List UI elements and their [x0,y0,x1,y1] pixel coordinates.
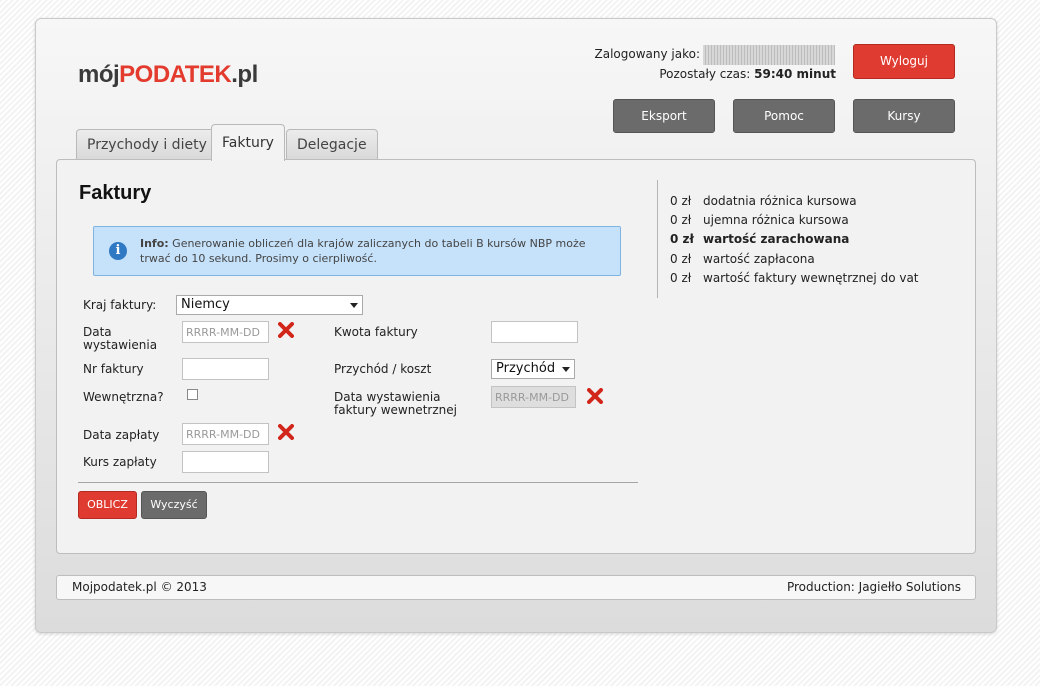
internal-date-label: Data wystawienia faktury wewnetrznej [334,390,457,417]
summary-amount: 0 zł [670,194,692,208]
logo-main: PODATEK [119,61,232,88]
summary-row: 0 zł wartość zapłacona [670,252,815,266]
summary-amount: 0 zł [670,252,692,266]
summary-label: wartość zapłacona [703,252,815,266]
summary-row: 0 zł ujemna różnica kursowa [670,213,849,227]
logo[interactable]: mójPODATEK.pl [78,61,258,89]
courses-button[interactable]: Kursy [853,99,955,133]
info-label: Info: [140,237,169,250]
invoice-no-input[interactable] [182,358,269,380]
page-title: Faktury [79,182,152,204]
clear-issue-date-icon[interactable] [278,322,294,338]
type-select[interactable]: Przychód [491,359,575,379]
logged-in-label: Zalogowany jako: [594,47,701,61]
summary-label: wartość zarachowana [703,232,850,246]
tab-income-allowances[interactable]: Przychody i diety [76,129,218,160]
country-value: Niemcy [181,297,230,312]
tab-invoices[interactable]: Faktury [211,124,285,161]
summary-label: wartość faktury wewnętrznej do vat [703,271,919,285]
summary-panel: 0 zł dodatnia różnica kursowa 0 zł ujemna … [657,180,958,298]
footer: Mojpodatek.pl © 2013 Production: Jagiełł… [56,575,976,600]
app-frame: mójPODATEK.pl Zalogowany jako: Pozostały… [35,18,997,633]
masked-username [703,45,835,65]
summary-amount: 0 zł [670,271,692,285]
form-divider [78,482,638,483]
help-button[interactable]: Pomoc [733,99,835,133]
summary-amount: 0 zł [670,232,694,246]
calculate-button[interactable]: OBLICZ [78,491,137,519]
info-box: i Info: Generowanie obliczeń dla krajów … [93,226,621,276]
summary-label: dodatnia różnica kursowa [703,194,857,208]
logo-prefix: mój [78,61,120,88]
info-icon: i [109,242,127,260]
internal-label: Wewnętrzna? [83,390,164,404]
issue-date-input[interactable]: RRRR-MM-DD [182,321,269,343]
clear-payment-date-icon[interactable] [278,424,294,440]
internal-checkbox[interactable] [187,389,198,400]
payment-date-label: Data zapłaty [83,428,160,442]
session-time-value: 59:40 minut [754,67,836,81]
session-time: Pozostały czas: 59:40 minut [659,67,836,81]
payment-rate-label: Kurs zapłaty [83,455,157,469]
footer-copyright: Mojpodatek.pl © 2013 [72,580,207,594]
summary-row: 0 zł dodatnia różnica kursowa [670,194,857,208]
country-select[interactable]: Niemcy [176,295,363,315]
payment-rate-input[interactable] [182,451,269,473]
type-value: Przychód [496,361,556,376]
session-time-label: Pozostały czas: [659,67,751,81]
summary-amount: 0 zł [670,213,692,227]
type-label: Przychód / koszt [334,362,432,376]
summary-row: 0 zł wartość zarachowana [670,232,849,246]
footer-production: Production: Jagiełło Solutions [786,580,961,594]
country-label: Kraj faktury: [83,298,157,312]
export-button[interactable]: Eksport [613,99,715,133]
internal-date-input[interactable]: RRRR-MM-DD [491,386,576,408]
amount-input[interactable] [491,321,578,343]
main-panel: Faktury i Info: Generowanie obliczeń dla… [56,159,976,554]
payment-date-input[interactable]: RRRR-MM-DD [182,423,269,445]
clear-button[interactable]: Wyczyść [141,491,207,519]
logo-suffix: .pl [231,61,258,88]
logout-button[interactable]: Wyloguj [853,44,955,79]
chevron-down-icon [350,303,358,308]
summary-label: ujemna różnica kursowa [703,213,849,227]
clear-internal-date-icon[interactable] [587,388,603,404]
chevron-down-icon [562,367,570,372]
issue-date-label: Data wystawienia [83,325,158,352]
tab-delegations[interactable]: Delegacje [286,129,378,160]
amount-label: Kwota faktury [334,325,418,339]
info-text: Generowanie obliczeń dla krajów zaliczan… [140,237,586,265]
summary-row: 0 zł wartość faktury wewnętrznej do vat [670,271,919,285]
invoice-no-label: Nr faktury [83,362,144,376]
